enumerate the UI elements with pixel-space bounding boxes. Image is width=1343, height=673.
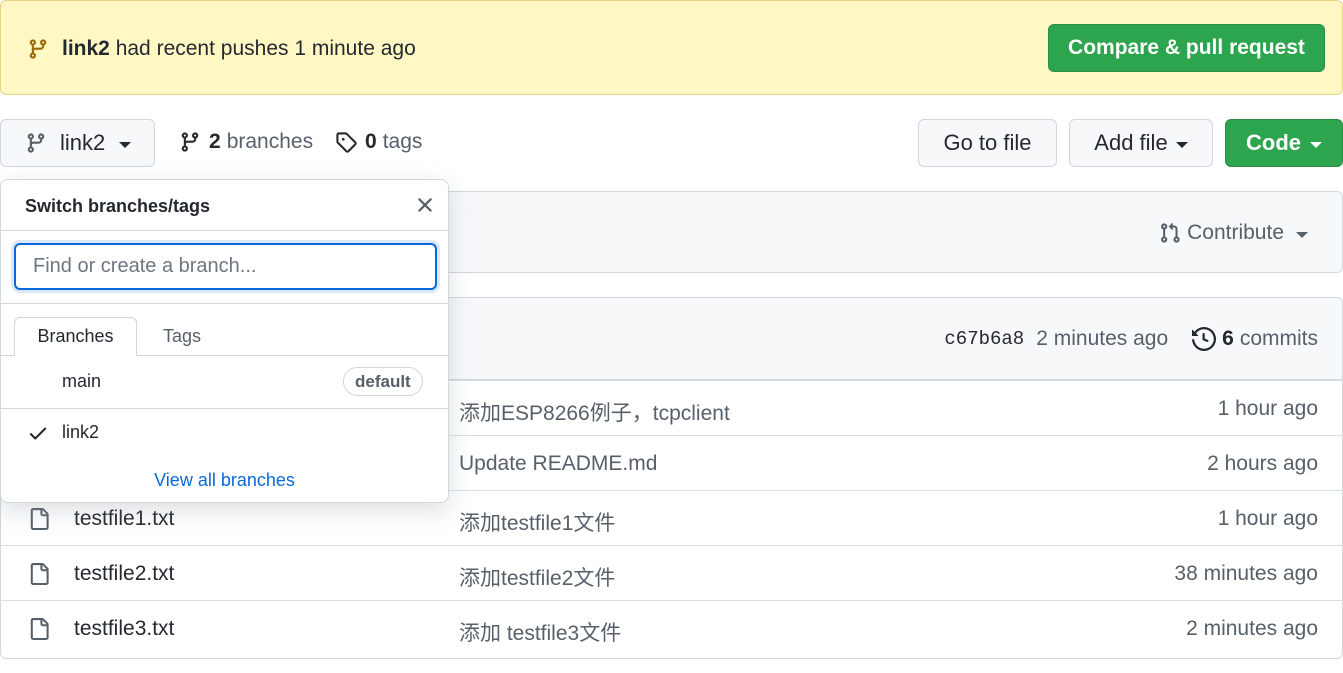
branch-icon: [27, 133, 45, 153]
branch-item-label: main: [62, 371, 102, 391]
go-to-file-button[interactable]: Go to file: [918, 119, 1057, 167]
chevron-down-icon: [1296, 232, 1308, 238]
branch-filter-input[interactable]: [14, 243, 437, 290]
chevron-down-icon: [119, 142, 132, 148]
default-badge: default: [343, 367, 423, 396]
file-row: testfile2.txt 添加testfile2文件 38 minutes a…: [1, 545, 1342, 600]
branch-item-main[interactable]: main default: [1, 358, 448, 406]
commit-message[interactable]: 添加ESP8266例子，tcpclient: [459, 397, 730, 427]
commit-age: 1 hour ago: [1217, 397, 1318, 420]
commits-label[interactable]: commits: [1240, 327, 1318, 351]
commit-time: 2 minutes ago: [1036, 327, 1169, 350]
code-button[interactable]: Code: [1225, 119, 1343, 167]
tab-branches[interactable]: Branches: [14, 317, 137, 356]
commit-info: c67b6a8 2 minutes ago 6 commits: [944, 327, 1318, 351]
commits-count[interactable]: 6: [1222, 327, 1234, 351]
add-file-label: Add file: [1094, 130, 1168, 155]
chevron-down-icon: [1310, 142, 1322, 148]
branches-label: branches: [226, 130, 314, 153]
tab-tags[interactable]: Tags: [137, 317, 227, 356]
branch-item-link2[interactable]: link2: [1, 409, 448, 457]
switch-branches-dropdown: Switch branches/tags Branches Tags main …: [0, 179, 449, 503]
banner-text: link2 had recent pushes 1 minute ago: [62, 37, 416, 61]
branch-selector-button[interactable]: link2: [0, 119, 155, 167]
branch-icon: [181, 132, 199, 152]
commit-sha[interactable]: c67b6a8: [944, 328, 1024, 350]
contribute-label: Contribute: [1187, 221, 1284, 244]
commit-age: 38 minutes ago: [1174, 562, 1318, 585]
branch-icon: [29, 39, 47, 59]
add-file-button[interactable]: Add file: [1069, 119, 1213, 167]
banner-branch-name[interactable]: link2: [62, 37, 110, 60]
compare-pull-request-button[interactable]: Compare & pull request: [1048, 24, 1325, 72]
tag-icon: [336, 132, 357, 153]
dropdown-title: Switch branches/tags: [25, 196, 211, 216]
file-icon: [30, 563, 49, 585]
commit-message[interactable]: 添加testfile2文件: [459, 562, 615, 592]
tags-count: 0: [365, 130, 377, 153]
check-icon: [29, 427, 47, 440]
recent-push-banner: link2 had recent pushes 1 minute ago Com…: [0, 0, 1343, 95]
divider: [1, 230, 448, 231]
file-name[interactable]: testfile3.txt: [74, 617, 174, 641]
history-icon: [1192, 327, 1217, 351]
commit-message[interactable]: 添加testfile1文件: [459, 507, 615, 537]
commit-age: 2 hours ago: [1207, 452, 1318, 475]
code-label: Code: [1246, 130, 1301, 155]
file-icon: [30, 618, 49, 640]
banner-message: had recent pushes 1 minute ago: [115, 37, 416, 60]
tags-link[interactable]: 0 tags: [335, 130, 422, 154]
file-name[interactable]: testfile2.txt: [74, 562, 174, 586]
tags-label: tags: [382, 130, 423, 153]
commit-message[interactable]: 添加 testfile3文件: [459, 617, 621, 647]
branch-status-box: Contribute: [420, 191, 1343, 273]
commit-age: 2 minutes ago: [1186, 617, 1318, 640]
file-icon: [30, 508, 49, 530]
divider: [1, 303, 448, 304]
current-branch-label: link2: [60, 130, 106, 155]
contribute-button[interactable]: Contribute: [1159, 221, 1308, 245]
close-icon[interactable]: [413, 193, 437, 217]
branches-count: 2: [209, 130, 221, 153]
commit-message[interactable]: Update README.md: [459, 452, 657, 476]
branches-link[interactable]: 2 branches: [179, 130, 313, 154]
view-all-branches-link[interactable]: View all branches: [1, 470, 448, 491]
branch-item-label: link2: [62, 422, 100, 442]
commit-age: 1 hour ago: [1217, 507, 1318, 530]
file-row: testfile3.txt 添加 testfile3文件 2 minutes a…: [1, 600, 1342, 655]
file-name[interactable]: testfile1.txt: [74, 507, 174, 531]
pull-request-icon: [1161, 222, 1180, 243]
chevron-down-icon: [1175, 142, 1188, 148]
